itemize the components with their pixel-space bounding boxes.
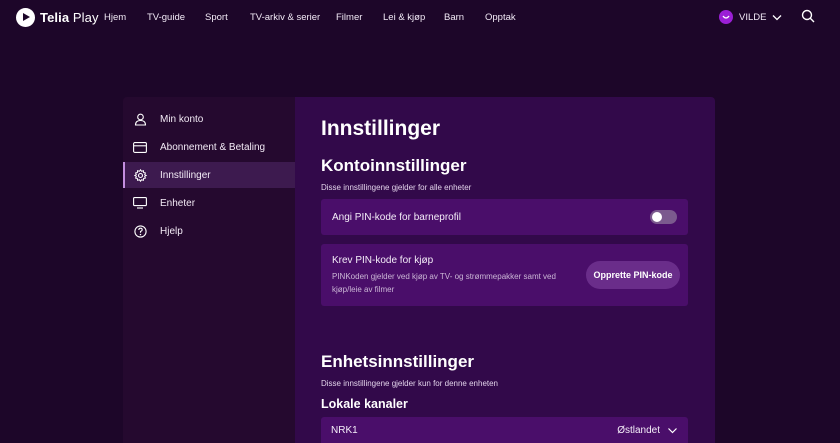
play-logo-icon — [16, 7, 35, 27]
nav-item-hjem[interactable]: Hjem — [104, 12, 126, 23]
pin-child-profile-card: Angi PIN-kode for barneprofil — [321, 199, 688, 235]
sidebar-item-abonnement[interactable]: Abonnement & Betaling — [123, 134, 295, 160]
local-channel-select[interactable]: NRK1 Østlandet — [321, 417, 688, 443]
credit-card-icon — [133, 140, 147, 154]
search-icon — [801, 9, 815, 23]
account-sidebar: Min konto Abonnement & Betaling Innstill… — [123, 97, 295, 443]
brand-name-bold: Telia — [40, 9, 70, 25]
settings-panel: Innstillinger Kontoinnstillinger Disse i… — [295, 97, 715, 443]
sidebar-item-hjelp[interactable]: Hjelp — [123, 218, 295, 244]
sidebar-item-label: Enheter — [160, 197, 196, 209]
gear-icon — [133, 168, 147, 182]
sidebar-item-label: Hjelp — [160, 225, 183, 237]
device-settings-heading: Enhetsinnstillinger — [321, 352, 475, 371]
sidebar-item-label: Innstillinger — [160, 169, 211, 181]
chevron-down-icon — [773, 14, 782, 20]
nav-item-opptak[interactable]: Opptak — [485, 12, 516, 23]
account-settings-subtitle: Disse innstillingene gjelder for alle en… — [321, 183, 472, 192]
page-title: Innstillinger — [321, 117, 441, 140]
brand-name-light: Play — [69, 9, 99, 25]
pin-child-profile-toggle[interactable] — [650, 210, 677, 224]
device-settings-subtitle: Disse innstillingene gjelder kun for den… — [321, 379, 499, 388]
search-button[interactable] — [801, 9, 817, 25]
user-name: VILDE — [739, 11, 767, 23]
chevron-down-icon — [668, 428, 677, 434]
channel-region: Østlandet — [617, 425, 660, 436]
nav-item-lei-kjop[interactable]: Lei & kjøp — [383, 12, 425, 23]
toggle-knob — [652, 212, 662, 222]
monitor-icon — [133, 196, 147, 210]
nav-item-tv-guide[interactable]: TV-guide — [147, 12, 185, 23]
top-navigation-bar: Telia Play Hjem TV-guide Sport TV-arkiv … — [0, 0, 840, 34]
nav-item-sport[interactable]: Sport — [205, 12, 228, 23]
person-icon — [133, 112, 147, 126]
pin-purchase-description: PINKoden gjelder ved kjøp av TV- og strø… — [332, 272, 556, 294]
nav-item-tv-arkiv[interactable]: TV-arkiv & serier — [250, 12, 320, 23]
help-icon — [133, 224, 147, 238]
sidebar-item-label: Min konto — [160, 113, 204, 125]
sidebar-item-label: Abonnement & Betaling — [160, 141, 266, 153]
local-channels-heading: Lokale kanaler — [321, 397, 408, 411]
avatar — [719, 10, 733, 24]
smile-icon — [722, 15, 730, 19]
create-pin-button[interactable]: Opprette PIN-kode — [586, 261, 680, 289]
sidebar-item-innstillinger[interactable]: Innstillinger — [123, 162, 295, 188]
nav-item-filmer[interactable]: Filmer — [336, 12, 362, 23]
sidebar-item-enheter[interactable]: Enheter — [123, 190, 295, 216]
channel-name: NRK1 — [331, 425, 358, 436]
nav-item-barn[interactable]: Barn — [444, 12, 464, 23]
telia-play-logo[interactable]: Telia Play — [16, 7, 99, 27]
sidebar-item-min-konto[interactable]: Min konto — [123, 106, 295, 132]
pin-purchase-label: Krev PIN-kode for kjøp — [332, 255, 434, 266]
user-menu[interactable]: VILDE — [719, 9, 782, 25]
pin-child-profile-label: Angi PIN-kode for barneprofil — [332, 212, 461, 223]
pin-purchase-card: Krev PIN-kode for kjøp PINKoden gjelder … — [321, 244, 688, 306]
account-settings-heading: Kontoinnstillinger — [321, 156, 467, 175]
